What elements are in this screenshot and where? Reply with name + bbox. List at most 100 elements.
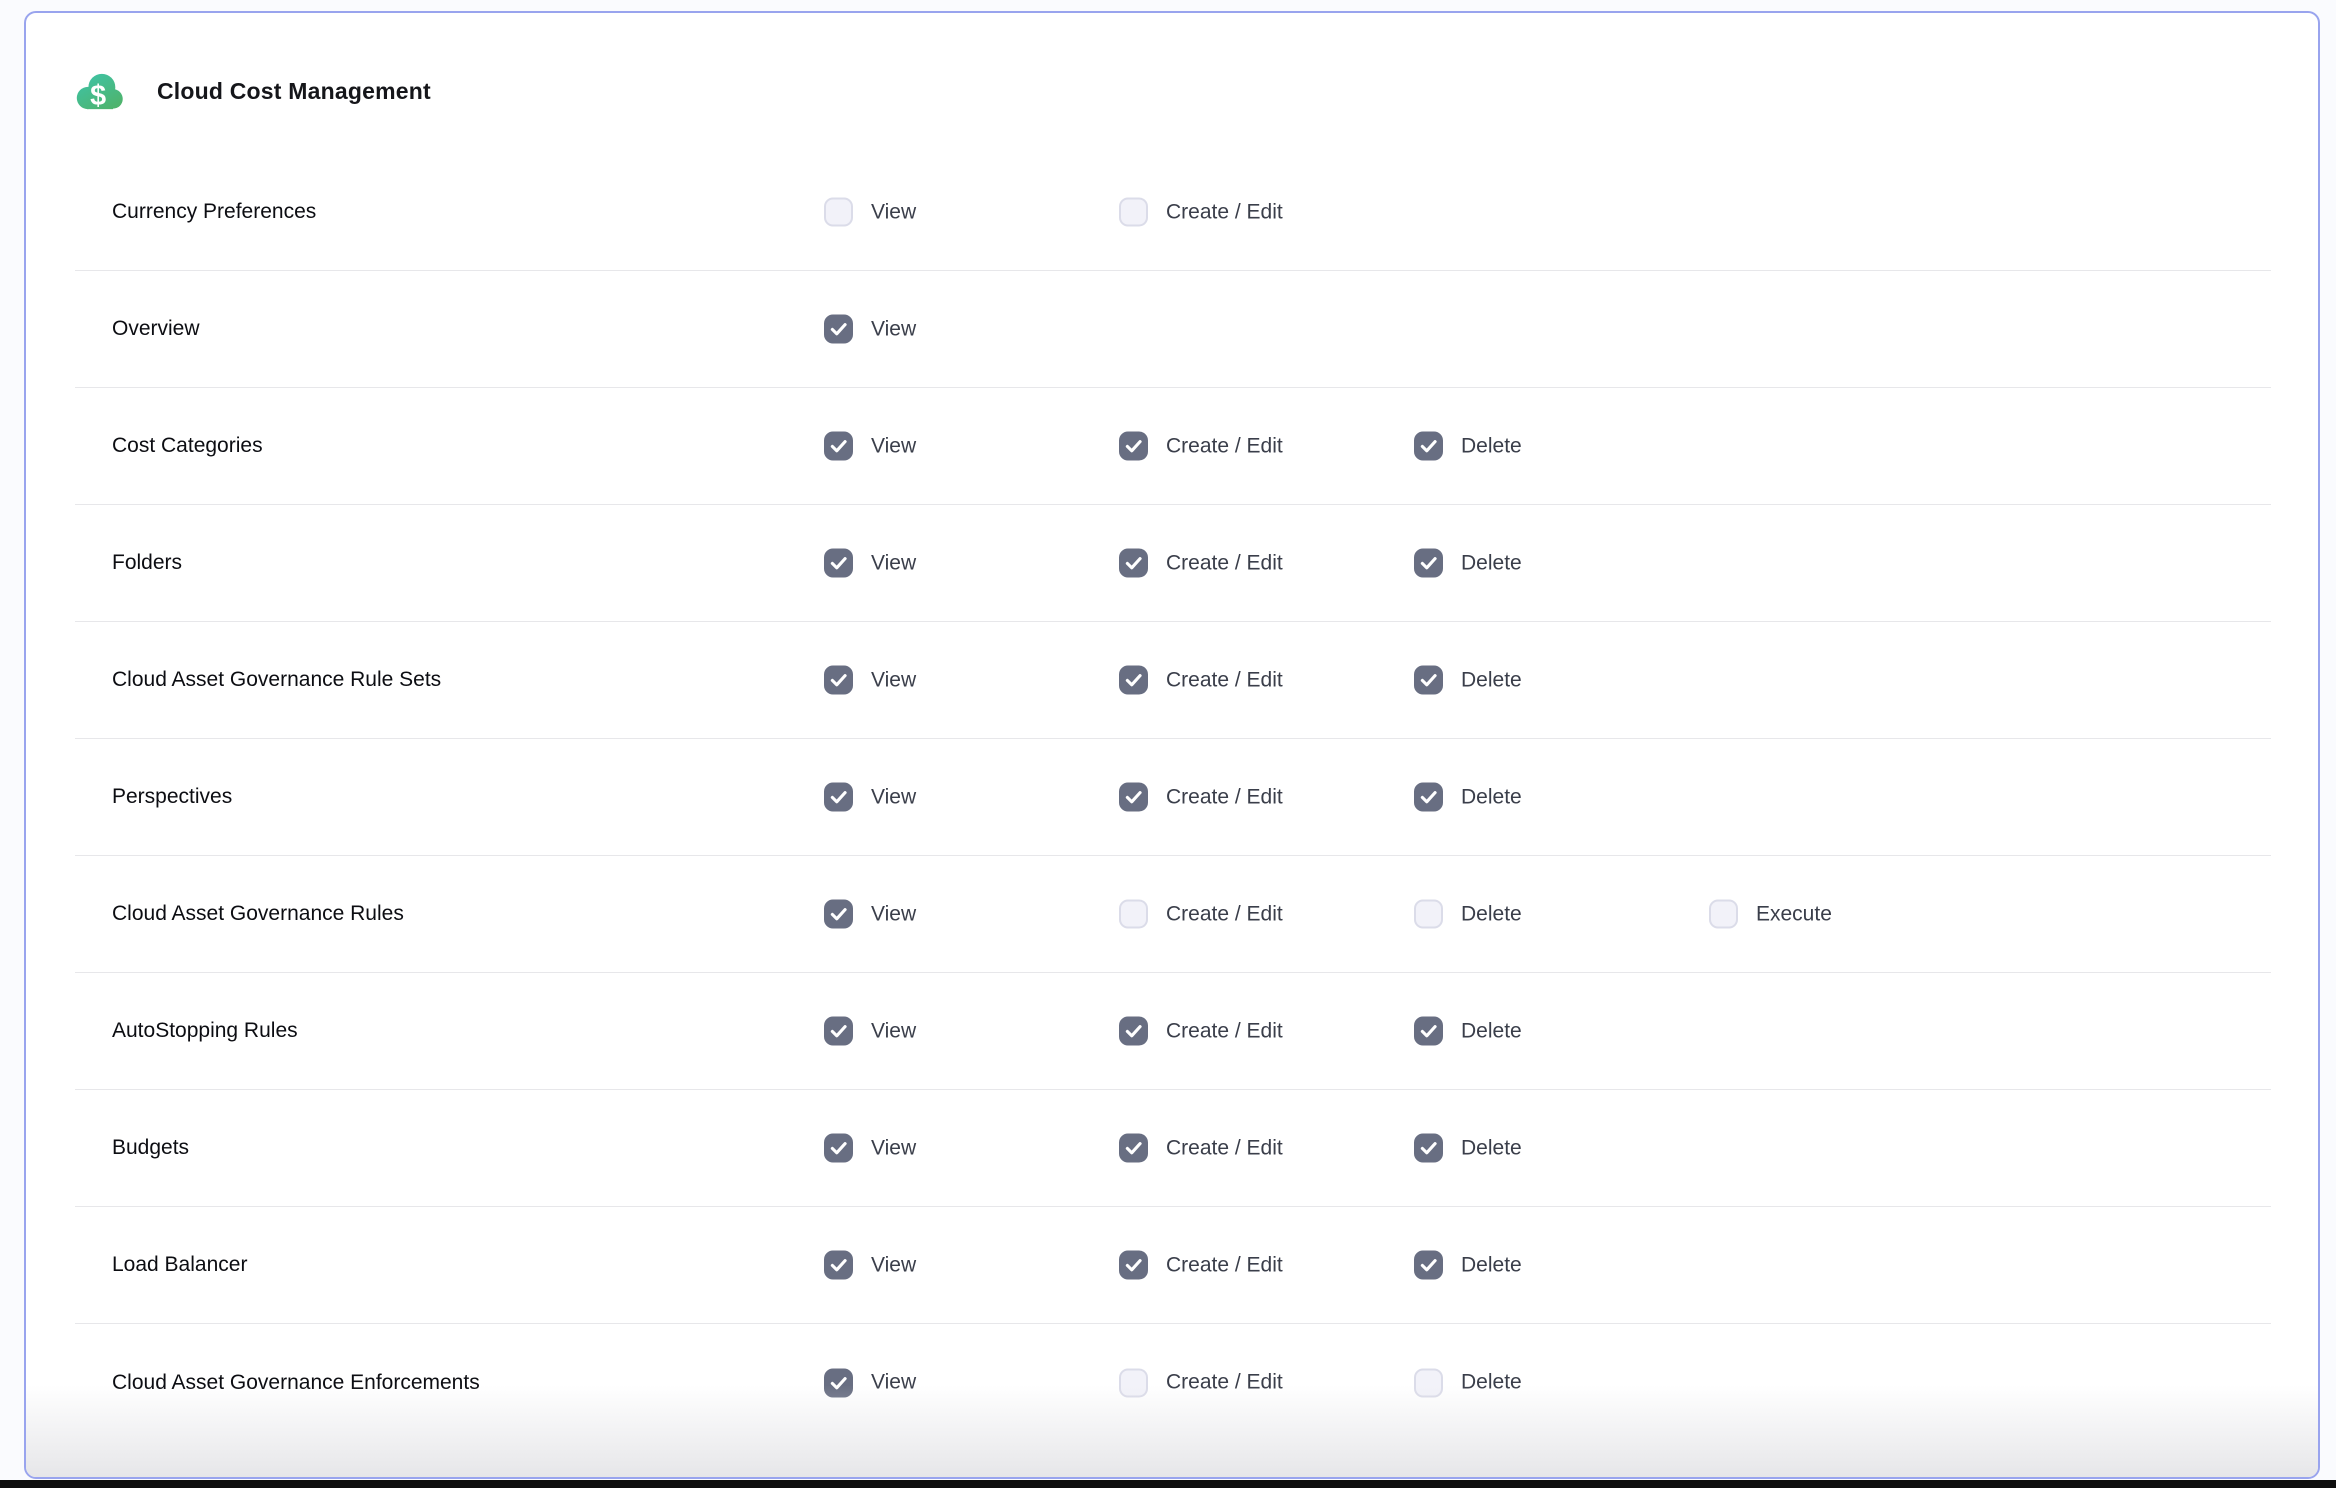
checkbox-label: View [871,1253,916,1277]
checkbox-delete[interactable]: Delete [1414,549,1522,578]
checkbox-delete[interactable]: Delete [1414,432,1522,461]
checkbox-view[interactable]: View [824,783,916,812]
checkbox-delete[interactable]: Delete [1414,1368,1522,1397]
checkbox-box[interactable] [824,1134,853,1163]
checkbox-box[interactable] [1414,1017,1443,1046]
checkbox-box[interactable] [1414,549,1443,578]
checkbox-label: View [871,785,916,809]
checkbox-box[interactable] [1414,783,1443,812]
checkbox-create-edit[interactable]: Create / Edit [1119,1134,1283,1163]
checkbox-box[interactable] [1414,1368,1443,1397]
checkmark-icon [1123,1021,1144,1042]
permission-row: Cloud Asset Governance Rules View Create… [75,856,2271,973]
checkbox-box[interactable] [824,783,853,812]
checkbox-box[interactable] [1414,1251,1443,1280]
checkbox-create-edit[interactable]: Create / Edit [1119,198,1283,227]
checkbox-label: Create / Edit [1166,434,1283,458]
checkbox-delete[interactable]: Delete [1414,1251,1522,1280]
checkmark-icon [828,1372,849,1393]
checkbox-box[interactable] [1119,1368,1148,1397]
row-checks: View Create / Edit Delete Execute [75,856,2271,972]
checkbox-box[interactable] [1119,783,1148,812]
checkbox-create-edit[interactable]: Create / Edit [1119,666,1283,695]
row-checks: View Create / Edit Delete [75,1207,2271,1323]
checkbox-box[interactable] [1119,1017,1148,1046]
checkbox-delete[interactable]: Delete [1414,1134,1522,1163]
checkbox-view[interactable]: View [824,900,916,929]
checkbox-box[interactable] [1119,1134,1148,1163]
checkbox-box[interactable] [1119,432,1148,461]
checkbox-box[interactable] [824,1368,853,1397]
permission-row: Budgets View Create / Edit Delete [75,1090,2271,1207]
checkbox-label: View [871,200,916,224]
checkbox-box[interactable] [1119,900,1148,929]
permission-row: Cost Categories View Create / Edit Delet… [75,388,2271,505]
checkbox-box[interactable] [1414,432,1443,461]
checkbox-view[interactable]: View [824,432,916,461]
checkbox-box[interactable] [824,549,853,578]
checkbox-label: Create / Edit [1166,200,1283,224]
checkbox-label: Delete [1461,785,1522,809]
checkbox-label: View [871,668,916,692]
checkbox-box[interactable] [824,198,853,227]
checkbox-label: Delete [1461,902,1522,926]
checkmark-icon [1418,1138,1439,1159]
checkmark-icon [828,787,849,808]
checkbox-box[interactable] [1709,900,1738,929]
checkbox-view[interactable]: View [824,315,916,344]
checkbox-label: Execute [1756,902,1832,926]
checkbox-box[interactable] [1119,666,1148,695]
checkbox-delete[interactable]: Delete [1414,666,1522,695]
checkbox-box[interactable] [1119,198,1148,227]
checkmark-icon [1123,553,1144,574]
checkbox-create-edit[interactable]: Create / Edit [1119,1017,1283,1046]
checkmark-icon [1418,787,1439,808]
checkbox-view[interactable]: View [824,549,916,578]
checkmark-icon [1418,1255,1439,1276]
permission-row: Currency Preferences View Create / Edit [75,154,2271,271]
checkbox-box[interactable] [1119,1251,1148,1280]
checkbox-create-edit[interactable]: Create / Edit [1119,1251,1283,1280]
checkbox-view[interactable]: View [824,1368,916,1397]
checkbox-label: Delete [1461,1136,1522,1160]
checkbox-box[interactable] [824,315,853,344]
checkbox-box[interactable] [1119,549,1148,578]
checkbox-delete[interactable]: Delete [1414,1017,1522,1046]
checkbox-execute[interactable]: Execute [1709,900,1832,929]
checkbox-box[interactable] [824,900,853,929]
checkbox-delete[interactable]: Delete [1414,783,1522,812]
checkbox-view[interactable]: View [824,1134,916,1163]
checkbox-create-edit[interactable]: Create / Edit [1119,432,1283,461]
checkbox-view[interactable]: View [824,1017,916,1046]
checkbox-box[interactable] [1414,666,1443,695]
checkbox-box[interactable] [824,1017,853,1046]
checkbox-view[interactable]: View [824,666,916,695]
checkbox-create-edit[interactable]: Create / Edit [1119,783,1283,812]
checkbox-label: Delete [1461,1253,1522,1277]
checkbox-box[interactable] [824,432,853,461]
checkmark-icon [828,436,849,457]
page-title: Cloud Cost Management [157,78,431,105]
checkmark-icon [1123,436,1144,457]
checkbox-create-edit[interactable]: Create / Edit [1119,900,1283,929]
checkbox-view[interactable]: View [824,1251,916,1280]
checkbox-box[interactable] [1414,1134,1443,1163]
checkmark-icon [1418,553,1439,574]
checkmark-icon [828,553,849,574]
checkbox-view[interactable]: View [824,198,916,227]
checkbox-label: Delete [1461,551,1522,575]
checkbox-label: Delete [1461,434,1522,458]
checkbox-label: Create / Edit [1166,902,1283,926]
card-header: $ Cloud Cost Management [74,67,431,115]
checkbox-create-edit[interactable]: Create / Edit [1119,549,1283,578]
row-checks: View Create / Edit Delete [75,973,2271,1089]
checkbox-box[interactable] [824,1251,853,1280]
checkbox-label: Create / Edit [1166,551,1283,575]
checkbox-delete[interactable]: Delete [1414,900,1522,929]
checkbox-create-edit[interactable]: Create / Edit [1119,1368,1283,1397]
row-checks: View [75,271,2271,387]
checkmark-icon [828,319,849,340]
checkmark-icon [828,670,849,691]
checkbox-box[interactable] [1414,900,1443,929]
checkbox-box[interactable] [824,666,853,695]
